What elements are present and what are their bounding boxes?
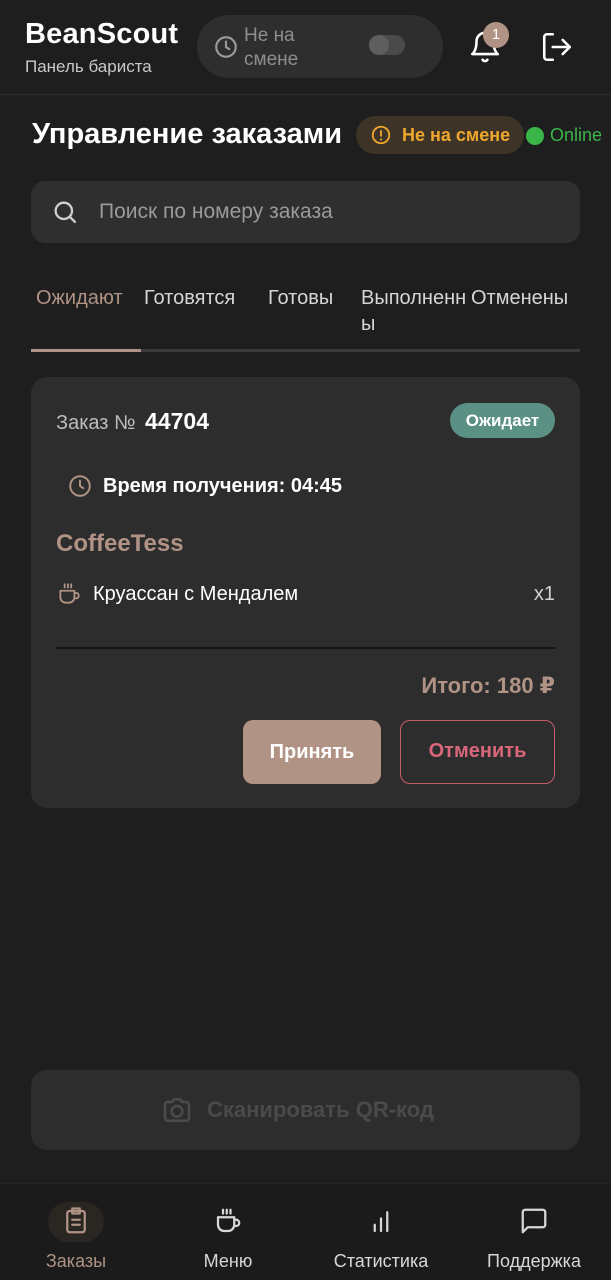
app-subtitle: Панель бариста (25, 57, 152, 76)
tab-cancelled[interactable]: Отменены (471, 285, 568, 311)
search-input[interactable] (99, 181, 559, 243)
nav-icon-wrap (506, 1202, 562, 1242)
pickup-time-text: Время получения: 04:45 (103, 474, 343, 497)
shift-status-chip: Не на смене (356, 116, 524, 154)
nav-icon-wrap (353, 1202, 409, 1242)
scan-qr-button[interactable]: Сканировать QR-код (31, 1070, 580, 1150)
app-title: BeanScout (25, 18, 179, 50)
pickup-time: Время получения: 04:45 (67, 473, 342, 499)
bar-chart-icon (373, 1211, 389, 1233)
cancel-button[interactable]: Отменить (400, 720, 555, 784)
nav-orders-label: Заказы (45, 1251, 107, 1271)
nav-icon-wrap (200, 1202, 256, 1242)
app-root: BeanScout Панель бариста Не на смене 1 У… (0, 0, 611, 1280)
nav-menu[interactable]: Меню (152, 1184, 304, 1280)
tab-preparing[interactable]: Готовятся (144, 285, 235, 311)
order-number-value: 44704 (145, 408, 210, 434)
nav-support-label: Поддержка (487, 1251, 581, 1271)
bottom-nav: Заказы Меню Статистика Поддержка (0, 1183, 611, 1280)
app-header: BeanScout Панель бариста Не на смене 1 (0, 0, 611, 95)
online-indicator: Online (526, 125, 602, 146)
tab-waiting[interactable]: Ожидают (36, 285, 123, 311)
card-divider (56, 647, 555, 649)
active-tab-indicator (31, 349, 141, 352)
logout-icon[interactable] (540, 30, 574, 64)
nav-icon-wrap (48, 1202, 104, 1242)
scan-qr-label: Сканировать QR-код (207, 1097, 434, 1122)
warning-icon (371, 125, 391, 145)
online-dot (526, 126, 544, 145)
nav-orders[interactable]: Заказы (0, 1184, 152, 1280)
clipboard-list-icon (66, 1207, 86, 1234)
order-card: Заказ № 44704 Ожидает Время получения: 0… (31, 377, 580, 808)
order-total: Итого: 180 ₽ (421, 673, 555, 698)
camera-icon (163, 1098, 191, 1122)
clock-icon (215, 36, 237, 58)
nav-menu-label: Меню (203, 1251, 253, 1271)
page-title: Управление заказами (32, 118, 343, 150)
tab-ready[interactable]: Готовы (268, 285, 333, 311)
online-label: Online (550, 125, 603, 145)
shop-name: CoffeeTess (56, 530, 184, 557)
order-number: Заказ № 44704 (56, 408, 209, 435)
search-icon (54, 201, 77, 224)
order-number-prefix: Заказ № (56, 412, 136, 434)
nav-statistics[interactable]: Статистика (305, 1184, 457, 1280)
accept-button[interactable]: Принять (243, 720, 381, 784)
coffee-cup-icon (216, 1208, 241, 1233)
order-item-qty: x1 (533, 583, 555, 605)
shift-toggle[interactable]: Не на смене (197, 15, 443, 78)
status-badge: Ожидает (450, 403, 555, 438)
message-square-icon (521, 1208, 547, 1234)
shift-switch[interactable] (369, 35, 405, 55)
nav-statistics-label: Статистика (333, 1251, 429, 1271)
tab-completed[interactable]: Выполненны (361, 285, 471, 337)
order-item-name: Круассан с Мендалем (93, 583, 299, 605)
notification-badge: 1 (483, 22, 509, 48)
order-item: Круассан с Мендалем x1 (56, 580, 555, 610)
search-bar (31, 181, 580, 243)
switch-knob (369, 35, 389, 55)
shift-status-text: Не на смене (402, 125, 511, 145)
coffee-cup-icon (59, 583, 80, 604)
clock-icon (69, 475, 91, 497)
shift-toggle-label: Не на смене (244, 25, 299, 70)
brand: BeanScout Панель бариста (25, 18, 178, 77)
nav-support[interactable]: Поддержка (458, 1184, 610, 1280)
